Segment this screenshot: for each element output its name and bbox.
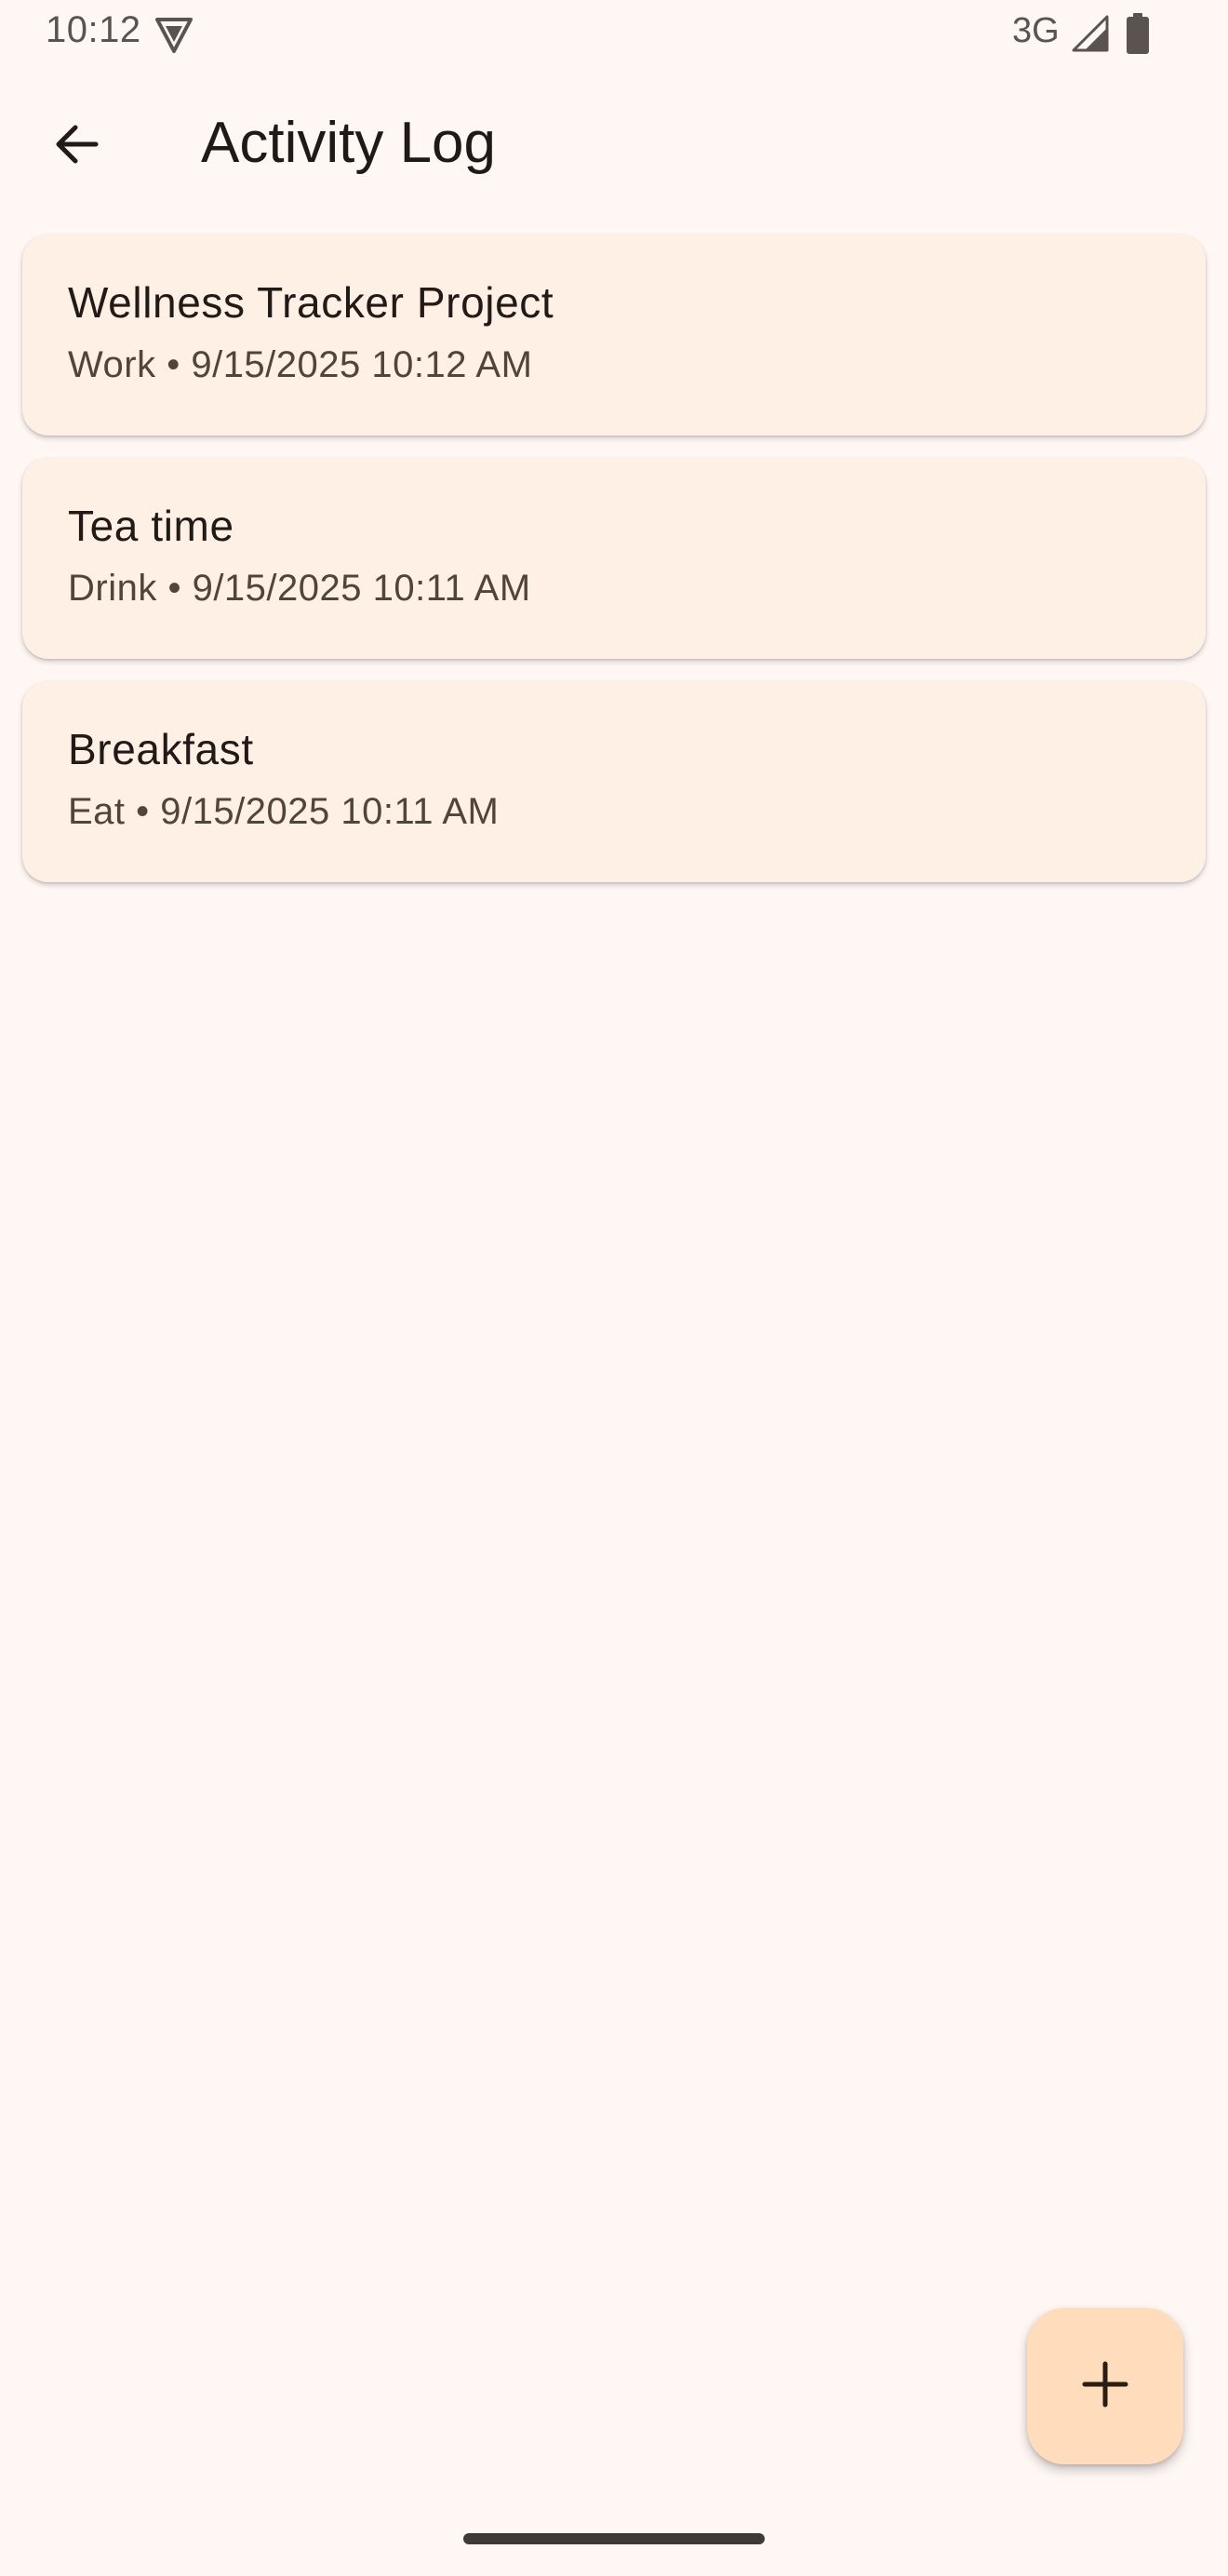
plus-icon <box>1081 2360 1129 2413</box>
cell-signal-icon <box>1072 15 1109 52</box>
top-app-bar: Activity Log <box>0 84 1228 205</box>
activity-title: Tea time <box>68 502 234 550</box>
add-activity-button[interactable] <box>1027 2308 1183 2464</box>
battery-icon <box>1126 13 1150 54</box>
activity-title: Breakfast <box>68 725 254 773</box>
activity-list: Wellness Tracker Project Work • 9/15/202… <box>22 235 1206 905</box>
activity-card[interactable]: Breakfast Eat • 9/15/2025 10:11 AM <box>22 681 1206 882</box>
activity-card[interactable]: Tea time Drink • 9/15/2025 10:11 AM <box>22 458 1206 659</box>
network-type-label: 3G <box>1012 11 1060 50</box>
gesture-nav-handle[interactable] <box>463 2533 765 2544</box>
status-time: 10:12 <box>46 9 141 50</box>
status-bar: 10:12 3G <box>0 0 1228 67</box>
back-button[interactable] <box>37 106 117 186</box>
shield-app-icon <box>154 15 194 54</box>
activity-card[interactable]: Wellness Tracker Project Work • 9/15/202… <box>22 235 1206 436</box>
activity-subtitle: Work • 9/15/2025 10:12 AM <box>68 344 533 385</box>
activity-subtitle: Eat • 9/15/2025 10:11 AM <box>68 791 500 832</box>
page-title: Activity Log <box>201 111 497 175</box>
activity-title: Wellness Tracker Project <box>68 278 554 327</box>
activity-subtitle: Drink • 9/15/2025 10:11 AM <box>68 568 531 609</box>
arrow-back-icon <box>51 118 103 175</box>
